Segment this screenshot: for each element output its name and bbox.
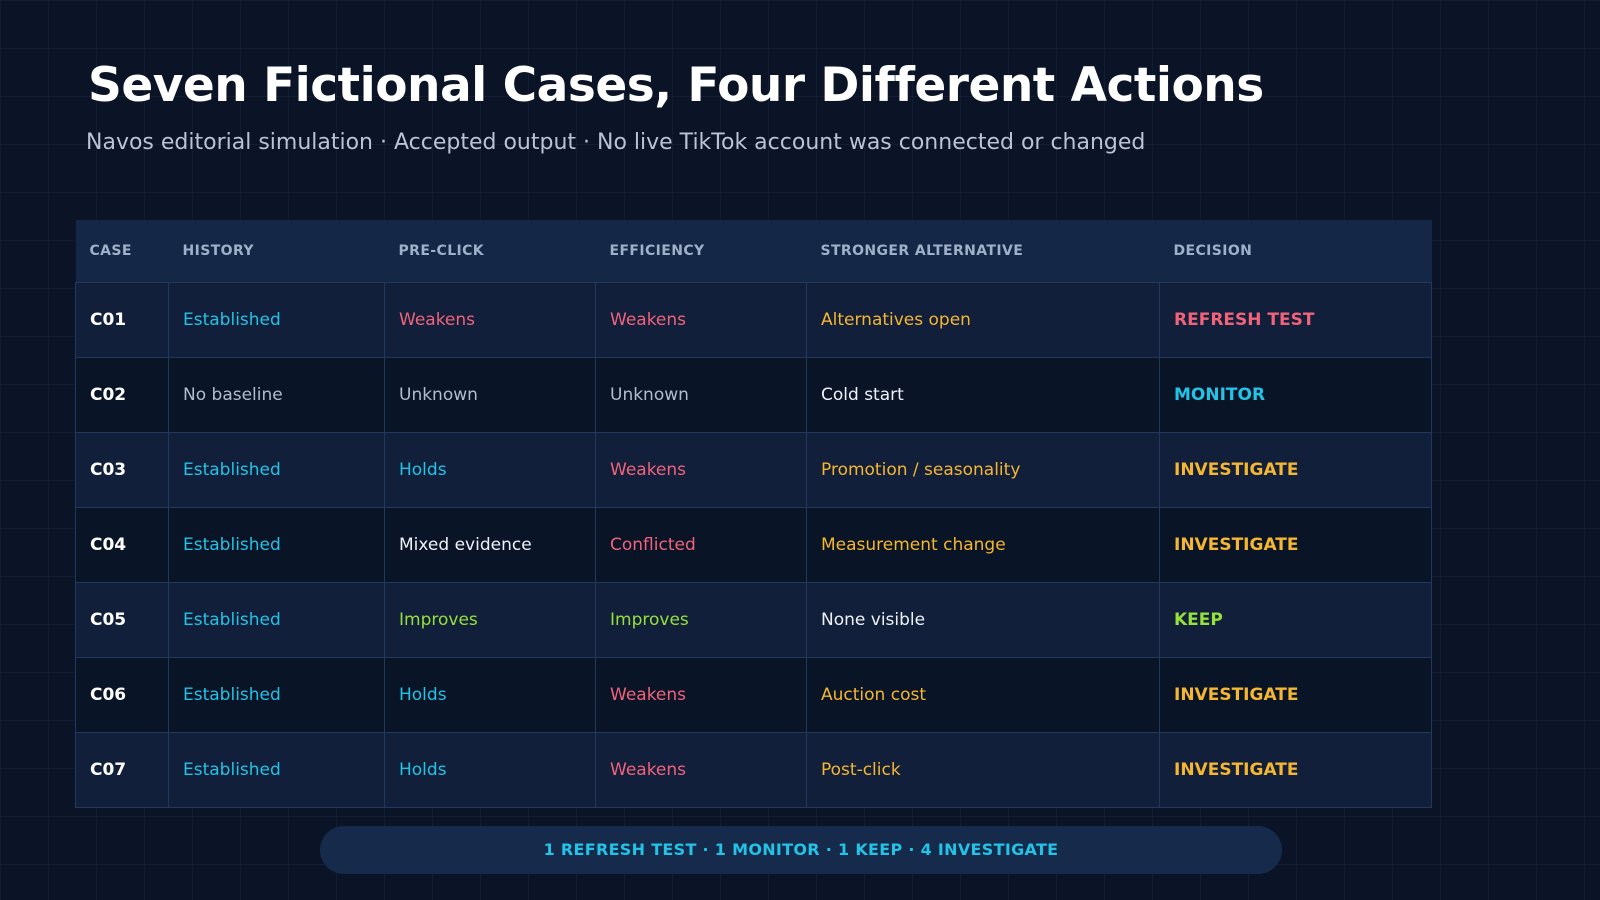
column-header-case: CASE [89, 242, 132, 259]
pre-click-cell: Holds [384, 731, 596, 808]
table-row: C07 Established Holds Weakens Post-click… [75, 731, 1432, 808]
alternative-cell: Post-click [806, 731, 1160, 808]
alternative-cell: Alternatives open [806, 281, 1160, 358]
history-cell: No baseline [168, 356, 385, 433]
table-row: C03 Established Holds Weakens Promotion … [75, 431, 1432, 508]
history-cell: Established [168, 731, 385, 808]
column-header-decision: DECISION [1173, 242, 1253, 259]
pre-click-cell: Weakens [384, 281, 596, 358]
decision-cell: INVESTIGATE [1159, 506, 1432, 583]
history-cell: Established [168, 581, 385, 658]
efficiency-cell: Weakens [595, 431, 807, 508]
decision-cell: REFRESH TEST [1159, 281, 1432, 358]
page-title: Seven Fictional Cases, Four Different Ac… [88, 58, 1264, 113]
efficiency-cell: Weakens [595, 281, 807, 358]
alternative-cell: Measurement change [806, 506, 1160, 583]
table-row: C02 No baseline Unknown Unknown Cold sta… [75, 356, 1432, 433]
column-header-pre-click: PRE-CLICK [398, 242, 485, 259]
decision-summary-pill: 1 REFRESH TEST · 1 MONITOR · 1 KEEP · 4 … [320, 826, 1282, 874]
pre-click-cell: Mixed evidence [384, 506, 596, 583]
decision-cell: MONITOR [1159, 356, 1432, 433]
decision-cell: INVESTIGATE [1159, 731, 1432, 808]
decision-cell: KEEP [1159, 581, 1432, 658]
efficiency-cell: Unknown [595, 356, 807, 433]
case-id-cell: C07 [75, 731, 169, 808]
alternative-cell: Cold start [806, 356, 1160, 433]
case-id-cell: C02 [75, 356, 169, 433]
column-header-stronger-alternative: STRONGER ALTERNATIVE [820, 242, 1024, 259]
table-header-row: CASE HISTORY PRE-CLICK EFFICIENCY STRONG… [75, 220, 1432, 282]
table-row: C05 Established Improves Improves None v… [75, 581, 1432, 658]
column-header-history: HISTORY [182, 242, 254, 259]
efficiency-cell: Improves [595, 581, 807, 658]
column-header-efficiency: EFFICIENCY [609, 242, 705, 259]
history-cell: Established [168, 431, 385, 508]
table-row: C01 Established Weakens Weakens Alternat… [75, 281, 1432, 358]
cases-table-container: CASE HISTORY PRE-CLICK EFFICIENCY STRONG… [75, 220, 1432, 808]
history-cell: Established [168, 281, 385, 358]
history-cell: Established [168, 506, 385, 583]
alternative-cell: None visible [806, 581, 1160, 658]
history-cell: Established [168, 656, 385, 733]
pre-click-cell: Improves [384, 581, 596, 658]
decision-cell: INVESTIGATE [1159, 431, 1432, 508]
efficiency-cell: Weakens [595, 656, 807, 733]
pre-click-cell: Unknown [384, 356, 596, 433]
table-row: C04 Established Mixed evidence Conflicte… [75, 506, 1432, 583]
case-id-cell: C06 [75, 656, 169, 733]
pre-click-cell: Holds [384, 431, 596, 508]
decision-cell: INVESTIGATE [1159, 656, 1432, 733]
alternative-cell: Auction cost [806, 656, 1160, 733]
case-id-cell: C05 [75, 581, 169, 658]
table-row: C06 Established Holds Weakens Auction co… [75, 656, 1432, 733]
alternative-cell: Promotion / seasonality [806, 431, 1160, 508]
efficiency-cell: Conflicted [595, 506, 807, 583]
cases-table: CASE HISTORY PRE-CLICK EFFICIENCY STRONG… [75, 220, 1432, 808]
case-id-cell: C04 [75, 506, 169, 583]
efficiency-cell: Weakens [595, 731, 807, 808]
page-subtitle: Navos editorial simulation · Accepted ou… [86, 130, 1146, 155]
pre-click-cell: Holds [384, 656, 596, 733]
case-id-cell: C01 [75, 281, 169, 358]
case-id-cell: C03 [75, 431, 169, 508]
